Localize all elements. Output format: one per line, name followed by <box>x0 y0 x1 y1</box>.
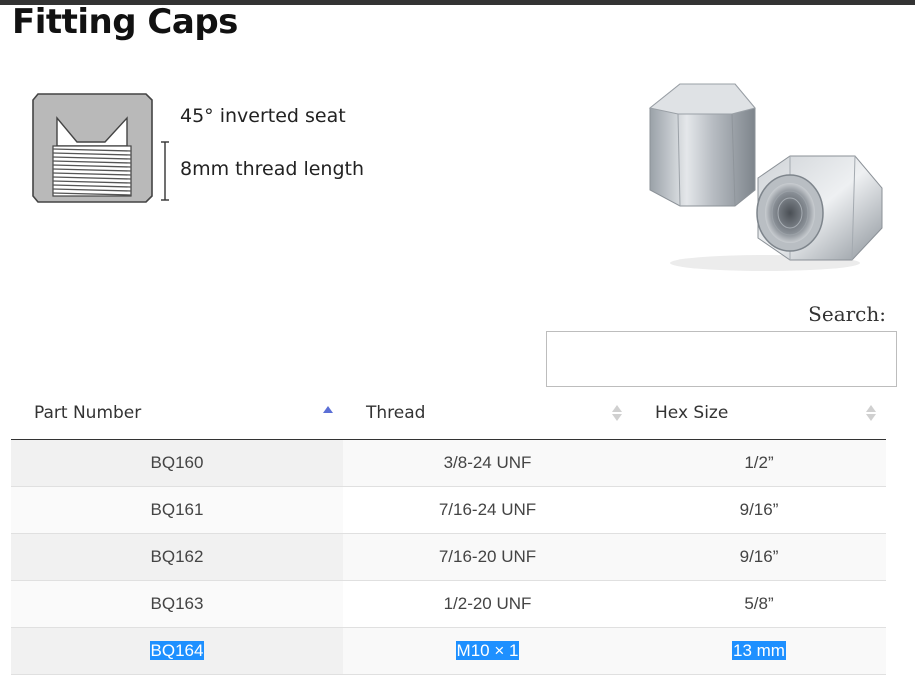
column-label-thread: Thread <box>366 403 426 423</box>
column-label-hex-size: Hex Size <box>655 403 729 423</box>
table-row: BQ163 1/2-20 UNF 5/8” <box>11 580 886 628</box>
cell-hex-size: 1/2” <box>632 439 886 487</box>
search-input[interactable] <box>546 331 897 387</box>
fitting-cross-section-diagram <box>32 93 169 203</box>
cell-hex-size: 5/8” <box>632 580 886 628</box>
column-header-thread[interactable]: Thread <box>343 387 632 440</box>
cell-thread: M10 × 1 <box>343 627 632 675</box>
table-row: BQ162 7/16-20 UNF 9/16” <box>11 533 886 581</box>
cell-thread: 7/16-24 UNF <box>343 486 632 534</box>
table-row: BQ161 7/16-24 UNF 9/16” <box>11 486 886 534</box>
cell-part-number: BQ160 <box>11 439 343 487</box>
selected-text: BQ164 <box>149 641 205 660</box>
cell-part-number: BQ161 <box>11 486 343 534</box>
table-row: BQ160 3/8-24 UNF 1/2” <box>11 439 886 487</box>
sort-both-icon <box>866 405 876 421</box>
column-header-hex-size[interactable]: Hex Size <box>632 387 886 440</box>
cell-hex-size: 9/16” <box>632 486 886 534</box>
cell-hex-size: 9/16” <box>632 533 886 581</box>
selected-text: 13 mm <box>732 641 786 660</box>
column-header-part-number[interactable]: Part Number <box>11 387 343 440</box>
cell-part-number: BQ163 <box>11 580 343 628</box>
spec-inverted-seat: 45° inverted seat <box>180 105 346 127</box>
cell-part-number: BQ164 <box>11 627 343 675</box>
page-title: Fitting Caps <box>12 2 238 42</box>
cell-thread: 7/16-20 UNF <box>343 533 632 581</box>
column-label-part-number: Part Number <box>34 403 142 423</box>
cell-part-number: BQ162 <box>11 533 343 581</box>
cell-hex-size: 13 mm <box>632 627 886 675</box>
cell-thread: 3/8-24 UNF <box>343 439 632 487</box>
sort-ascending-icon <box>323 406 333 413</box>
table-header-row: Part Number Thread Hex Size <box>11 387 886 440</box>
search-label: Search: <box>808 302 886 326</box>
fitting-caps-table: Part Number Thread Hex Size BQ160 3/8-24… <box>11 387 886 675</box>
table-row-selected: BQ164 M10 × 1 13 mm <box>11 627 886 675</box>
sort-both-icon <box>612 405 622 421</box>
selected-text: M10 × 1 <box>455 641 520 660</box>
cell-thread: 1/2-20 UNF <box>343 580 632 628</box>
spec-thread-length: 8mm thread length <box>180 158 365 180</box>
fitting-caps-product-photo <box>648 83 883 271</box>
